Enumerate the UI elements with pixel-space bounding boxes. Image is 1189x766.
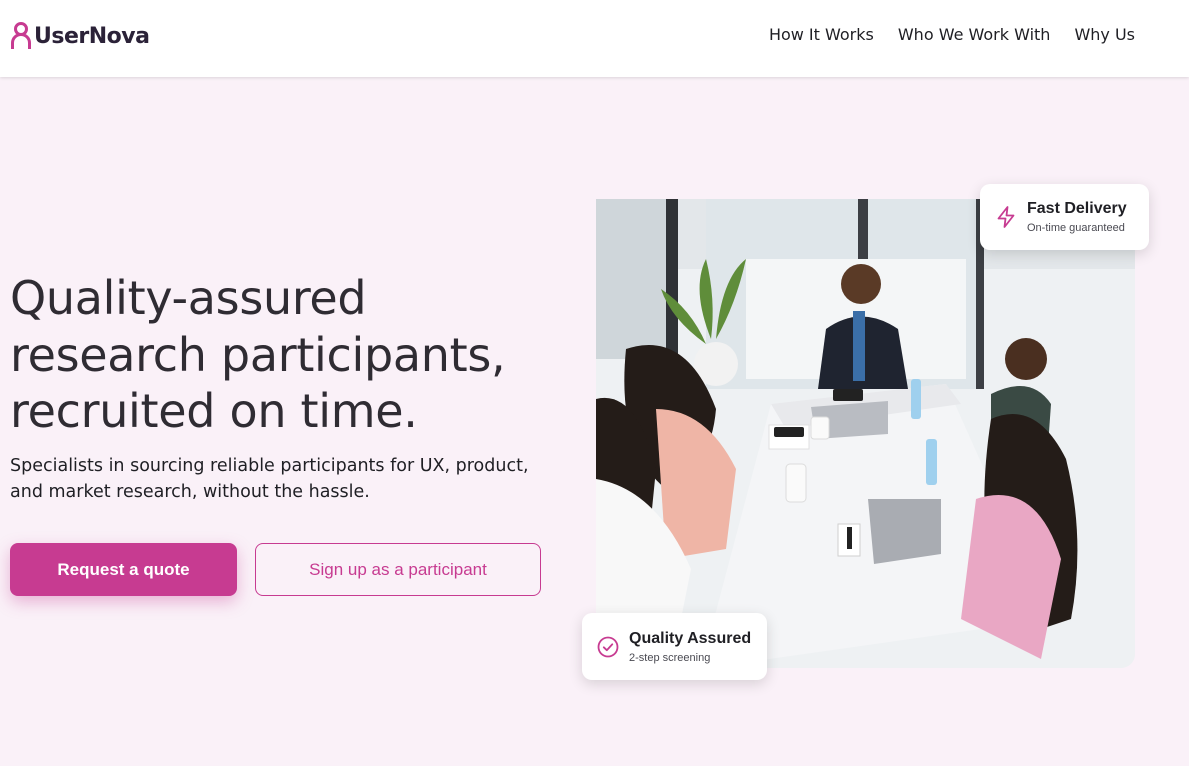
fast-delivery-text: Fast Delivery On-time guaranteed	[1027, 200, 1127, 234]
hero-title-line-3: recruited on time.	[10, 384, 418, 438]
logo-link[interactable]: UserNova	[10, 22, 150, 50]
fast-delivery-desc: On-time guaranteed	[1027, 222, 1125, 234]
main-nav: How It Works Who We Work With Why Us	[769, 25, 1135, 44]
user-icon	[11, 22, 31, 49]
fast-delivery-title: Fast Delivery	[1027, 200, 1127, 217]
nav-who-we-work-with[interactable]: Who We Work With	[898, 25, 1051, 44]
hero-photo	[596, 199, 1135, 668]
quality-assured-desc: 2-step screening	[629, 651, 711, 664]
site-header: UserNova How It Works Who We Work With W…	[0, 0, 1189, 77]
fast-delivery-card: Fast Delivery On-time guaranteed	[980, 184, 1149, 250]
hero-title-line-1: Quality-assured	[10, 271, 367, 325]
meeting-illustration	[596, 199, 1135, 668]
check-circle-icon	[597, 636, 619, 657]
brand-name: UserNova	[34, 23, 150, 49]
nav-why-us[interactable]: Why Us	[1074, 25, 1135, 44]
quality-assured-card: Quality Assured 2-step screening	[582, 613, 767, 680]
participant-signup-button[interactable]: Sign up as a participant	[255, 543, 541, 596]
hero-title: Quality-assured research participants, r…	[10, 270, 570, 440]
quality-assured-title: Quality Assured	[629, 629, 752, 647]
nav-how-it-works[interactable]: How It Works	[769, 25, 874, 44]
hero-subtitle: Specialists in sourcing reliable partici…	[10, 456, 529, 502]
lightning-icon	[997, 206, 1015, 228]
request-quote-button[interactable]: Request a quote	[10, 543, 237, 596]
hero-title-line-2: research participants,	[10, 327, 506, 382]
quality-assured-text: Quality Assured 2-step screening	[629, 630, 751, 664]
